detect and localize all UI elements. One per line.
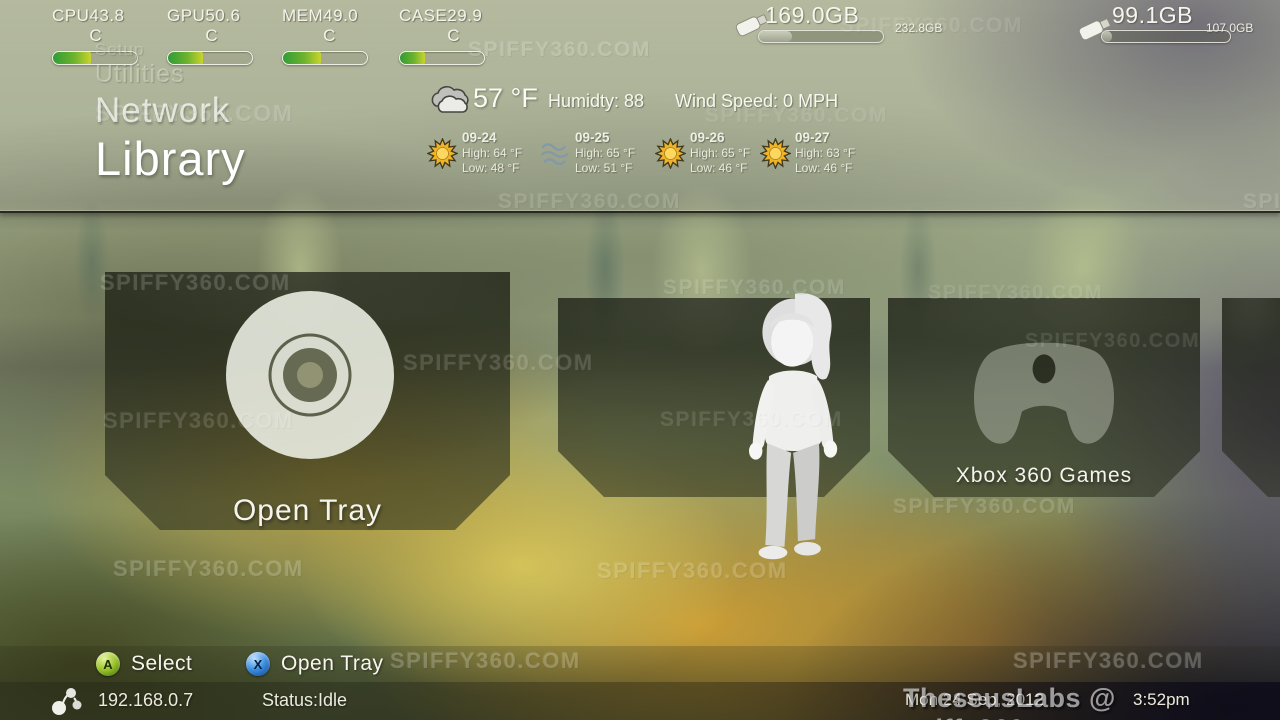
case-temp-gauge: CASE 29.9 C	[399, 6, 489, 65]
forecast-date: 09-27	[795, 130, 830, 145]
freestyle-dashboard-screen: CPU 43.8 C GPU 50.6 C MEM 49.0 C CASE 29.9 C…	[0, 0, 1280, 720]
mem-temp-bar-fill	[283, 52, 321, 64]
forecast-high: High: 65 °F	[690, 146, 751, 160]
forecast-high: High: 65 °F	[575, 146, 636, 160]
case-temp-bar	[399, 51, 485, 65]
tile-next-partial[interactable]	[1222, 298, 1280, 497]
drive2-usage-bar	[1101, 30, 1231, 43]
hint-x-open-tray[interactable]: X Open Tray	[246, 652, 384, 676]
current-temperature: 57 °F	[473, 83, 538, 113]
x-button-icon: X	[246, 652, 270, 676]
forecast-low: Low: 51 °F	[575, 161, 633, 175]
forecast-low: Low: 46 °F	[690, 161, 748, 175]
drive2-free-space: 99.1GB	[1112, 2, 1193, 28]
drive2-usage-fill	[1102, 31, 1113, 42]
hint-select-label: Select	[131, 652, 193, 675]
xbox-controller-icon	[974, 342, 1114, 444]
menu-item-utilities[interactable]: Utilities	[95, 60, 246, 90]
humidity-reading: Humidty: 88	[548, 91, 645, 111]
tile-open-tray-label: Open Tray	[232, 494, 383, 527]
forecast-date: 09-25	[575, 130, 610, 145]
mem-value: 49.0 C	[323, 6, 359, 45]
status-bar: 192.168.0.7 Status:Idle Mon 24 Sep, 2012…	[0, 682, 1280, 720]
cloudy-weather-icon	[431, 85, 469, 113]
a-button-icon: A	[96, 652, 120, 676]
menu-item-library-selected[interactable]: Library	[95, 131, 246, 186]
a-button-letter: A	[103, 656, 113, 672]
windy-icon	[540, 143, 569, 166]
hint-open-tray-label: Open Tray	[281, 652, 384, 675]
sunny-icon	[655, 138, 686, 169]
tile-glass-panel	[1222, 298, 1280, 497]
xbox-avatar-figure	[748, 293, 838, 560]
network-icon	[52, 688, 82, 715]
mem-temp-gauge: MEM 49.0 C	[282, 6, 372, 65]
tile-open-tray[interactable]: Open Tray	[105, 272, 510, 530]
drive1-usage-fill	[759, 31, 793, 42]
header-panel: CPU 43.8 C GPU 50.6 C MEM 49.0 C CASE 29.9 C…	[0, 0, 1280, 213]
mem-label: MEM	[282, 6, 324, 25]
drive1-usage-bar	[758, 30, 884, 43]
drive1-total-space: 232.8GB	[895, 21, 943, 35]
sunny-icon	[760, 138, 791, 169]
time-text: 3:52pm	[1133, 690, 1190, 709]
forecast-high: High: 64 °F	[462, 146, 523, 160]
drive1-free-space: 169.0GB	[765, 2, 860, 28]
mem-temp-bar	[282, 51, 368, 65]
case-label: CASE	[399, 6, 448, 25]
forecast-low: Low: 46 °F	[795, 161, 853, 175]
case-value: 29.9 C	[447, 6, 483, 45]
hint-a-select[interactable]: A Select	[96, 652, 192, 676]
ip-address: 192.168.0.7	[98, 690, 194, 710]
button-hint-bar: A Select X Open Tray	[0, 646, 1280, 682]
tile-xbox-games-label: Xbox 360 Games	[955, 464, 1133, 487]
sunny-icon	[427, 138, 458, 169]
main-menu: Setup Utilities Network Library	[95, 40, 246, 186]
menu-item-setup[interactable]: Setup	[95, 40, 246, 60]
tile-avatar[interactable]	[558, 293, 870, 560]
wind-speed-reading: Wind Speed: 0 MPH	[675, 91, 839, 111]
case-temp-bar-fill	[400, 52, 426, 64]
status-text: Status:Idle	[262, 690, 348, 710]
cpu-temp-bar-fill	[53, 52, 91, 64]
cpu-label: CPU	[52, 6, 90, 25]
date-text: Mon 24 Sep, 2012	[905, 690, 1044, 709]
tile-xbox-360-games[interactable]: Xbox 360 Games	[888, 298, 1200, 497]
forecast-high: High: 63 °F	[795, 146, 856, 160]
forecast-date: 09-26	[690, 130, 725, 145]
forecast-date: 09-24	[462, 130, 497, 145]
forecast-low: Low: 48 °F	[462, 161, 520, 175]
disc-icon	[226, 291, 394, 459]
x-button-letter: X	[253, 656, 263, 672]
menu-item-network[interactable]: Network	[95, 90, 246, 131]
